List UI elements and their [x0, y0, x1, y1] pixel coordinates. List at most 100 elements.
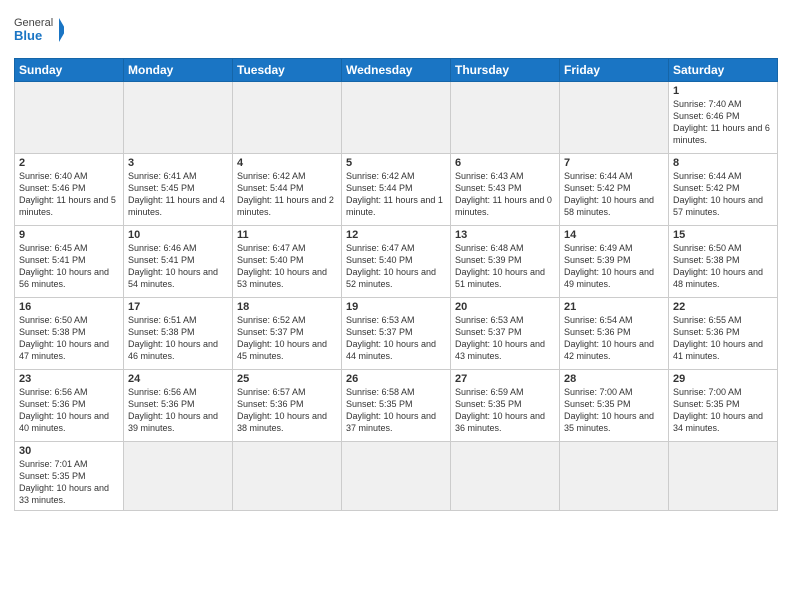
col-header-thursday: Thursday — [451, 59, 560, 82]
calendar-cell: 14Sunrise: 6:49 AM Sunset: 5:39 PM Dayli… — [560, 226, 669, 298]
day-info: Sunrise: 6:54 AM Sunset: 5:36 PM Dayligh… — [564, 314, 664, 363]
day-info: Sunrise: 6:51 AM Sunset: 5:38 PM Dayligh… — [128, 314, 228, 363]
day-info: Sunrise: 6:45 AM Sunset: 5:41 PM Dayligh… — [19, 242, 119, 291]
calendar-cell: 11Sunrise: 6:47 AM Sunset: 5:40 PM Dayli… — [233, 226, 342, 298]
calendar-cell — [124, 442, 233, 511]
calendar-cell — [451, 82, 560, 154]
day-info: Sunrise: 6:57 AM Sunset: 5:36 PM Dayligh… — [237, 386, 337, 435]
day-number: 16 — [19, 301, 119, 313]
calendar-cell: 21Sunrise: 6:54 AM Sunset: 5:36 PM Dayli… — [560, 298, 669, 370]
calendar-week-1: 2Sunrise: 6:40 AM Sunset: 5:46 PM Daylig… — [15, 154, 778, 226]
day-info: Sunrise: 7:01 AM Sunset: 5:35 PM Dayligh… — [19, 458, 119, 507]
calendar-cell: 30Sunrise: 7:01 AM Sunset: 5:35 PM Dayli… — [15, 442, 124, 511]
day-number: 20 — [455, 301, 555, 313]
day-info: Sunrise: 6:58 AM Sunset: 5:35 PM Dayligh… — [346, 386, 446, 435]
day-number: 5 — [346, 157, 446, 169]
day-info: Sunrise: 6:43 AM Sunset: 5:43 PM Dayligh… — [455, 170, 555, 219]
calendar-cell: 6Sunrise: 6:43 AM Sunset: 5:43 PM Daylig… — [451, 154, 560, 226]
calendar-cell — [233, 82, 342, 154]
calendar-cell: 15Sunrise: 6:50 AM Sunset: 5:38 PM Dayli… — [669, 226, 778, 298]
day-info: Sunrise: 6:47 AM Sunset: 5:40 PM Dayligh… — [346, 242, 446, 291]
day-info: Sunrise: 6:55 AM Sunset: 5:36 PM Dayligh… — [673, 314, 773, 363]
calendar-cell: 10Sunrise: 6:46 AM Sunset: 5:41 PM Dayli… — [124, 226, 233, 298]
calendar-cell — [451, 442, 560, 511]
day-info: Sunrise: 6:53 AM Sunset: 5:37 PM Dayligh… — [346, 314, 446, 363]
day-number: 15 — [673, 229, 773, 241]
day-info: Sunrise: 6:41 AM Sunset: 5:45 PM Dayligh… — [128, 170, 228, 219]
day-number: 10 — [128, 229, 228, 241]
day-number: 12 — [346, 229, 446, 241]
calendar-cell: 16Sunrise: 6:50 AM Sunset: 5:38 PM Dayli… — [15, 298, 124, 370]
calendar-cell: 22Sunrise: 6:55 AM Sunset: 5:36 PM Dayli… — [669, 298, 778, 370]
calendar-cell: 5Sunrise: 6:42 AM Sunset: 5:44 PM Daylig… — [342, 154, 451, 226]
day-info: Sunrise: 6:50 AM Sunset: 5:38 PM Dayligh… — [19, 314, 119, 363]
calendar-cell — [342, 442, 451, 511]
day-number: 27 — [455, 373, 555, 385]
calendar-cell: 19Sunrise: 6:53 AM Sunset: 5:37 PM Dayli… — [342, 298, 451, 370]
calendar-cell — [15, 82, 124, 154]
col-header-saturday: Saturday — [669, 59, 778, 82]
calendar-cell: 8Sunrise: 6:44 AM Sunset: 5:42 PM Daylig… — [669, 154, 778, 226]
day-number: 19 — [346, 301, 446, 313]
day-number: 21 — [564, 301, 664, 313]
day-number: 4 — [237, 157, 337, 169]
day-number: 14 — [564, 229, 664, 241]
day-info: Sunrise: 6:46 AM Sunset: 5:41 PM Dayligh… — [128, 242, 228, 291]
calendar-cell — [560, 442, 669, 511]
calendar-cell: 20Sunrise: 6:53 AM Sunset: 5:37 PM Dayli… — [451, 298, 560, 370]
calendar-cell: 26Sunrise: 6:58 AM Sunset: 5:35 PM Dayli… — [342, 370, 451, 442]
calendar-cell — [124, 82, 233, 154]
calendar-cell: 4Sunrise: 6:42 AM Sunset: 5:44 PM Daylig… — [233, 154, 342, 226]
calendar-cell: 23Sunrise: 6:56 AM Sunset: 5:36 PM Dayli… — [15, 370, 124, 442]
calendar-cell: 13Sunrise: 6:48 AM Sunset: 5:39 PM Dayli… — [451, 226, 560, 298]
calendar-cell: 24Sunrise: 6:56 AM Sunset: 5:36 PM Dayli… — [124, 370, 233, 442]
col-header-wednesday: Wednesday — [342, 59, 451, 82]
day-info: Sunrise: 6:40 AM Sunset: 5:46 PM Dayligh… — [19, 170, 119, 219]
day-number: 6 — [455, 157, 555, 169]
calendar-week-0: 1Sunrise: 7:40 AM Sunset: 6:46 PM Daylig… — [15, 82, 778, 154]
day-number: 24 — [128, 373, 228, 385]
day-info: Sunrise: 6:49 AM Sunset: 5:39 PM Dayligh… — [564, 242, 664, 291]
calendar-cell: 18Sunrise: 6:52 AM Sunset: 5:37 PM Dayli… — [233, 298, 342, 370]
page: General Blue SundayMondayTuesdayWednesda… — [0, 0, 792, 612]
day-info: Sunrise: 6:44 AM Sunset: 5:42 PM Dayligh… — [564, 170, 664, 219]
day-info: Sunrise: 6:44 AM Sunset: 5:42 PM Dayligh… — [673, 170, 773, 219]
day-info: Sunrise: 6:50 AM Sunset: 5:38 PM Dayligh… — [673, 242, 773, 291]
calendar-cell: 25Sunrise: 6:57 AM Sunset: 5:36 PM Dayli… — [233, 370, 342, 442]
day-info: Sunrise: 6:47 AM Sunset: 5:40 PM Dayligh… — [237, 242, 337, 291]
calendar-cell: 28Sunrise: 7:00 AM Sunset: 5:35 PM Dayli… — [560, 370, 669, 442]
calendar-cell: 2Sunrise: 6:40 AM Sunset: 5:46 PM Daylig… — [15, 154, 124, 226]
day-number: 17 — [128, 301, 228, 313]
calendar-cell: 27Sunrise: 6:59 AM Sunset: 5:35 PM Dayli… — [451, 370, 560, 442]
calendar-week-4: 23 Sunrise: 6:56 AM Sunset: 5:36 PM Dayli… — [15, 370, 778, 442]
calendar-cell: 29Sunrise: 7:00 AM Sunset: 5:35 PM Dayli… — [669, 370, 778, 442]
day-number: 8 — [673, 157, 773, 169]
day-info: Sunrise: 6:42 AM Sunset: 5:44 PM Dayligh… — [237, 170, 337, 219]
col-header-sunday: Sunday — [15, 59, 124, 82]
day-info: Sunrise: 6:52 AM Sunset: 5:37 PM Dayligh… — [237, 314, 337, 363]
day-info: Sunrise: 6:53 AM Sunset: 5:37 PM Dayligh… — [455, 314, 555, 363]
calendar-cell — [233, 442, 342, 511]
day-number: 22 — [673, 301, 773, 313]
day-number: 11 — [237, 229, 337, 241]
day-number: 25 — [237, 373, 337, 385]
calendar-cell: 9Sunrise: 6:45 AM Sunset: 5:41 PM Daylig… — [15, 226, 124, 298]
day-info: Sunrise: 6:56 AM Sunset: 5:36 PM Dayligh… — [128, 386, 228, 435]
day-number: 9 — [19, 229, 119, 241]
calendar-cell: 3Sunrise: 6:41 AM Sunset: 5:45 PM Daylig… — [124, 154, 233, 226]
calendar-cell — [560, 82, 669, 154]
day-number: 23 — [19, 373, 119, 385]
calendar-cell: 17Sunrise: 6:51 AM Sunset: 5:38 PM Dayli… — [124, 298, 233, 370]
day-number: 18 — [237, 301, 337, 313]
calendar-cell: 12Sunrise: 6:47 AM Sunset: 5:40 PM Dayli… — [342, 226, 451, 298]
day-info: Sunrise: 6:48 AM Sunset: 5:39 PM Dayligh… — [455, 242, 555, 291]
day-info: Sunrise: 7:00 AM Sunset: 5:35 PM Dayligh… — [564, 386, 664, 435]
day-number: 29 — [673, 373, 773, 385]
calendar-week-5: 30Sunrise: 7:01 AM Sunset: 5:35 PM Dayli… — [15, 442, 778, 511]
generalblue-logo-icon: General Blue — [14, 10, 64, 52]
calendar-cell: 7Sunrise: 6:44 AM Sunset: 5:42 PM Daylig… — [560, 154, 669, 226]
day-number: 3 — [128, 157, 228, 169]
day-number: 7 — [564, 157, 664, 169]
calendar-header-row: SundayMondayTuesdayWednesdayThursdayFrid… — [15, 59, 778, 82]
day-number: 28 — [564, 373, 664, 385]
